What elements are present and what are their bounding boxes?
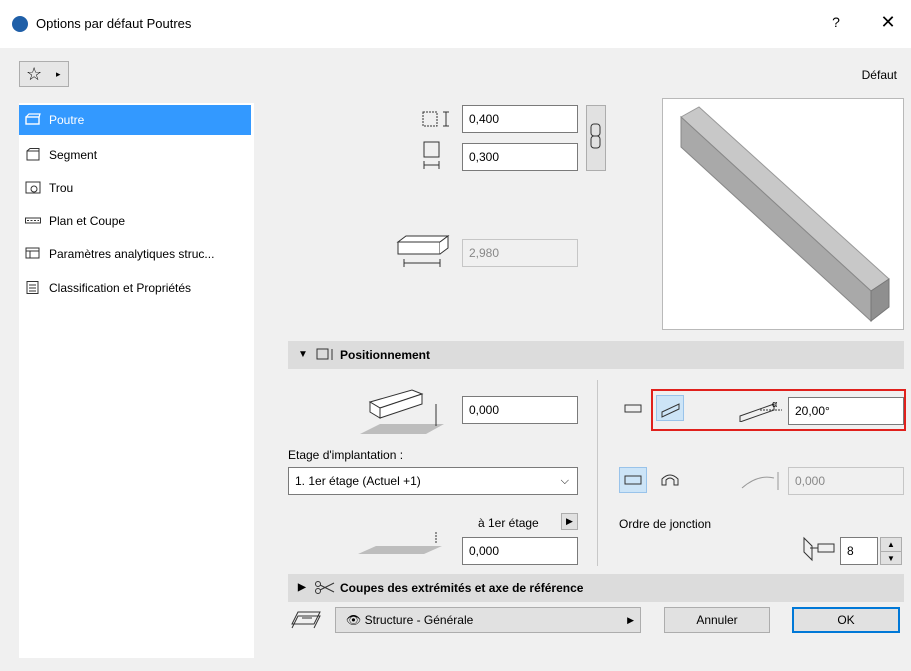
end-cuts-section-header[interactable]: ▶ Coupes des extrémités et axe de référe… (288, 574, 904, 602)
help-button[interactable]: ? (826, 14, 846, 30)
app-logo-icon (12, 16, 28, 32)
slant-angle-highlight (651, 389, 906, 431)
segment-icon (26, 148, 40, 161)
story-select[interactable]: 1. 1er étage (Actuel +1) ⌵ (288, 467, 578, 495)
junction-order-icon (803, 536, 835, 562)
junction-order-input[interactable]: 8 (840, 537, 878, 565)
junction-order-stepper[interactable]: ▲ ▼ (880, 537, 902, 565)
beam-elevation-icon (360, 389, 444, 434)
classification-icon (26, 281, 39, 294)
beam-width-input[interactable]: 0,300 (462, 143, 578, 171)
cancel-button[interactable]: Annuler (664, 607, 770, 633)
beam-length-input: 2,980 (462, 239, 578, 267)
beam-width-icon (423, 141, 440, 169)
sidebar-item-label: Classification et Propriétés (49, 281, 192, 295)
arch-offset-input: 0,000 (788, 467, 904, 495)
window-title: Options par défaut Poutres (36, 16, 192, 31)
straight-beam-icon (624, 475, 642, 485)
favorites-button[interactable]: ☆ ▸ (19, 61, 69, 87)
chain-link-icon (590, 123, 601, 149)
chevron-down-icon: ▼ (298, 349, 308, 360)
analytic-icon (25, 247, 40, 259)
story-select-value: 1. 1er étage (Actuel +1) (295, 474, 421, 488)
default-label: Défaut (861, 68, 897, 82)
story-label: Etage d'implantation : (288, 448, 404, 462)
chevron-down-icon[interactable]: ▼ (881, 552, 901, 565)
close-button[interactable]: ✕ (878, 12, 898, 33)
layer-select-value: Structure - Générale (364, 613, 474, 627)
horizontal-beam-icon (624, 404, 642, 413)
positioning-section-header[interactable]: ▼ Positionnement (288, 341, 904, 369)
arch-offset-icon (741, 472, 779, 490)
ok-button[interactable]: OK (792, 607, 900, 633)
positioning-title: Positionnement (340, 348, 431, 362)
divider (597, 380, 598, 566)
star-icon: ☆ (26, 64, 43, 84)
to-story-label: à 1er étage (478, 516, 539, 530)
sidebar-item-label: Poutre (49, 113, 85, 127)
beam-height-icon (422, 111, 449, 127)
elevation-input[interactable]: 0,000 (462, 396, 578, 424)
layer-icon (291, 611, 321, 629)
beam-icon (25, 113, 41, 125)
sidebar-item-trou[interactable]: Trou (19, 173, 251, 203)
sidebar-item-label: Plan et Coupe (49, 214, 126, 228)
chevron-up-icon[interactable]: ▲ (881, 538, 901, 552)
hole-icon (25, 181, 41, 194)
story-offset-icon (358, 532, 442, 554)
sidebar-item-label: Paramètres analytiques struc... (49, 247, 215, 261)
straight-beam-button[interactable] (619, 467, 647, 493)
chevron-right-icon: ▶ (627, 615, 634, 625)
end-cuts-title: Coupes des extrémités et axe de référenc… (340, 581, 584, 595)
beam-length-icon (396, 235, 450, 267)
positioning-icon (316, 348, 333, 360)
sidebar-item-poutre[interactable]: Poutre (19, 105, 251, 135)
layer-select[interactable]: 👁 Structure - Générale ▶ (335, 607, 641, 633)
chevron-right-icon: ▸ (56, 69, 61, 79)
scissors-icon (315, 581, 335, 594)
story-arrow-button[interactable]: ▶ (561, 513, 578, 530)
floorplan-icon (25, 217, 41, 224)
curved-beam-button[interactable] (656, 467, 684, 493)
link-proportions-button[interactable] (586, 105, 606, 171)
sidebar-item-classification[interactable]: Classification et Propriétés (19, 273, 251, 303)
eye-icon: 👁 (346, 613, 362, 627)
sidebar-item-label: Trou (49, 181, 74, 195)
junction-order-label: Ordre de jonction (619, 517, 712, 531)
sidebar-item-analytic[interactable]: Paramètres analytiques struc... (19, 239, 251, 269)
beam-3d-preview (662, 98, 904, 330)
horizontal-beam-button[interactable] (619, 395, 647, 421)
sidebar-item-plan-coupe[interactable]: Plan et Coupe (19, 206, 251, 236)
chevron-down-icon: ⌵ (560, 475, 569, 487)
curved-beam-icon (661, 474, 679, 486)
to-story-input[interactable]: 0,000 (462, 537, 578, 565)
chevron-right-icon: ▶ (298, 582, 306, 593)
sidebar-item-segment[interactable]: Segment (19, 140, 251, 170)
sidebar: Poutre Segment Trou Plan et Coupe Paramè… (19, 103, 254, 658)
beam-preview-image (680, 106, 890, 323)
beam-height-input[interactable]: 0,400 (462, 105, 578, 133)
sidebar-item-label: Segment (49, 148, 98, 162)
